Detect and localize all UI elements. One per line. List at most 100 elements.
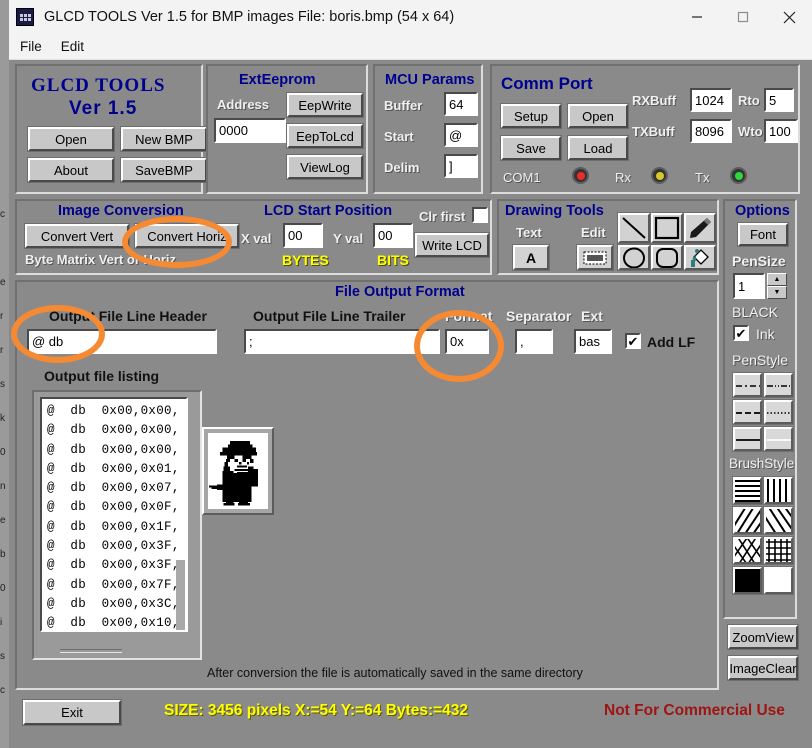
options-group: Options Font PenSize 1 ▲ ▼ BLACK ✔ Ink P…: [723, 199, 797, 619]
y-val-input[interactable]: 00: [373, 223, 413, 248]
brushstyle-swatch-diagonal-up[interactable]: [764, 507, 793, 534]
rounded-rect-tool-button[interactable]: [651, 245, 683, 270]
output-file-line-header-input[interactable]: @ db: [27, 329, 217, 354]
comm-setup-button[interactable]: Setup: [501, 104, 561, 128]
save-bmp-button[interactable]: SaveBMP: [121, 158, 207, 182]
listing-vertical-scrollbar[interactable]: [176, 400, 185, 632]
new-bmp-button[interactable]: New BMP: [121, 127, 207, 151]
write-lcd-button[interactable]: Write LCD: [415, 233, 489, 257]
brushstyle-swatch-horizontal[interactable]: [733, 477, 762, 504]
eep-write-button[interactable]: EepWrite: [287, 93, 363, 117]
ellipse-tool-button[interactable]: [618, 245, 650, 270]
menu-file[interactable]: File: [20, 39, 42, 54]
list-item: @ db 0x00,0x01,: [42, 460, 186, 479]
letter-a-icon: A: [526, 250, 536, 266]
tx-label: Tx: [695, 170, 709, 185]
eep-to-lcd-button[interactable]: EepToLcd: [287, 124, 363, 148]
ext-input[interactable]: bas: [574, 329, 612, 354]
ink-label: Ink: [756, 326, 775, 342]
ink-checkbox[interactable]: ✔: [733, 325, 749, 341]
rectangle-tool-button[interactable]: [651, 213, 683, 243]
convert-horiz-button[interactable]: Convert Horiz: [135, 224, 239, 248]
drawing-tools-title: Drawing Tools: [505, 203, 604, 219]
rto-input[interactable]: 5: [764, 88, 794, 112]
line-tool-button[interactable]: [618, 213, 650, 243]
format-label: Format: [445, 308, 492, 324]
list-item: @ db 0x00,0x3F,: [42, 556, 186, 575]
penstyle-swatch-3[interactable]: [733, 400, 762, 424]
imageclear-button[interactable]: ImageClear: [728, 656, 798, 680]
behind-text-fragment: c: [0, 686, 9, 696]
penstyle-swatch-1[interactable]: [733, 373, 762, 397]
rxbuff-input[interactable]: 1024: [690, 88, 732, 112]
penstyle-label: PenStyle: [732, 352, 788, 368]
client-area: GLCD TOOLS Ver 1.5 Open New BMP About Sa…: [9, 60, 812, 748]
mcu-buffer-input[interactable]: 64: [444, 92, 478, 116]
brushstyle-swatch-solid-black[interactable]: [733, 567, 762, 594]
about-button[interactable]: About: [28, 158, 114, 182]
fill-bucket-tool-button[interactable]: [684, 245, 716, 270]
penstyle-swatch-2[interactable]: [764, 373, 793, 397]
window-controls: [674, 0, 812, 34]
format-input[interactable]: 0x: [445, 329, 489, 354]
brushstyle-swatch-crosshatch-diagonal[interactable]: [733, 537, 762, 564]
mcu-delim-input[interactable]: ]: [444, 154, 478, 178]
pensize-stepper[interactable]: ▲ ▼: [767, 273, 787, 299]
maximize-button[interactable]: [720, 0, 766, 34]
y-val-unit: BITS: [377, 252, 409, 268]
clr-first-checkbox[interactable]: [472, 207, 488, 223]
boris-bitmap-preview[interactable]: [208, 433, 268, 509]
brushstyle-swatch-grid[interactable]: [764, 537, 793, 564]
close-button[interactable]: [766, 0, 812, 34]
penstyle-swatch-4[interactable]: [764, 400, 793, 424]
output-listing-box[interactable]: @ db 0x00,0x00, @ db 0x00,0x00, @ db 0x0…: [40, 397, 188, 632]
brushstyle-swatch-solid-white[interactable]: [764, 567, 793, 594]
rxbuff-label: RXBuff: [632, 93, 676, 108]
comm-save-button[interactable]: Save: [501, 136, 561, 160]
listing-scroll-thumb[interactable]: [176, 560, 185, 630]
x-val-input[interactable]: 00: [283, 223, 323, 248]
comm-open-button[interactable]: Open: [568, 104, 628, 128]
rectangle-icon: [654, 216, 680, 240]
font-button[interactable]: Font: [738, 223, 788, 246]
pencil-tool-button[interactable]: [684, 213, 716, 243]
listing-horizontal-scrollbar[interactable]: [60, 649, 122, 653]
mcu-start-input[interactable]: @: [444, 123, 478, 147]
behind-text-fragment: 0: [0, 584, 9, 594]
brushstyle-swatch-vertical[interactable]: [764, 477, 793, 504]
y-val-label: Y val: [333, 231, 363, 246]
brushstyle-swatch-diagonal-down[interactable]: [733, 507, 762, 534]
list-item: @ db 0x00,0x7F,: [42, 576, 186, 595]
pen-color-label: BLACK: [732, 304, 778, 320]
add-lf-checkbox[interactable]: ✔: [625, 333, 641, 349]
open-button[interactable]: Open: [28, 127, 114, 151]
eeprom-address-input[interactable]: 0000: [214, 118, 286, 143]
image-conversion-group: Image Conversion Convert Vert Convert Ho…: [15, 199, 492, 275]
output-file-line-trailer-input[interactable]: ;: [244, 329, 440, 354]
view-log-button[interactable]: ViewLog: [287, 155, 363, 179]
pensize-down-arrow[interactable]: ▼: [767, 286, 787, 299]
pensize-up-arrow[interactable]: ▲: [767, 273, 787, 286]
background-window-sliver: cerrsk0neb0isc: [0, 0, 9, 748]
minimize-button[interactable]: [674, 0, 720, 34]
wto-input[interactable]: 100: [764, 119, 798, 143]
image-conversion-title: Image Conversion: [58, 203, 184, 219]
pensize-input[interactable]: 1: [733, 273, 765, 299]
edit-tool-button[interactable]: [577, 245, 613, 270]
comm-load-button[interactable]: Load: [568, 136, 628, 160]
zoomview-button[interactable]: ZoomView: [728, 625, 798, 649]
txbuff-input[interactable]: 8096: [690, 119, 732, 143]
penstyle-swatch-5[interactable]: [733, 427, 762, 451]
text-tool-button[interactable]: A: [513, 245, 549, 270]
penstyle-swatch-6[interactable]: [764, 427, 793, 451]
behind-text-fragment: 0: [0, 448, 9, 458]
behind-text-fragment: i: [0, 618, 9, 628]
separator-input[interactable]: ,: [515, 329, 553, 354]
convert-vert-button[interactable]: Convert Vert: [25, 224, 129, 248]
separator-label: Separator: [506, 308, 571, 324]
file-output-format-title: File Output Format: [335, 284, 465, 300]
byte-matrix-subtitle: Byte Matrix Vert or Horiz: [25, 252, 176, 267]
menu-edit[interactable]: Edit: [61, 39, 84, 54]
menu-bar: File Edit: [9, 34, 812, 60]
exit-button[interactable]: Exit: [23, 700, 121, 725]
